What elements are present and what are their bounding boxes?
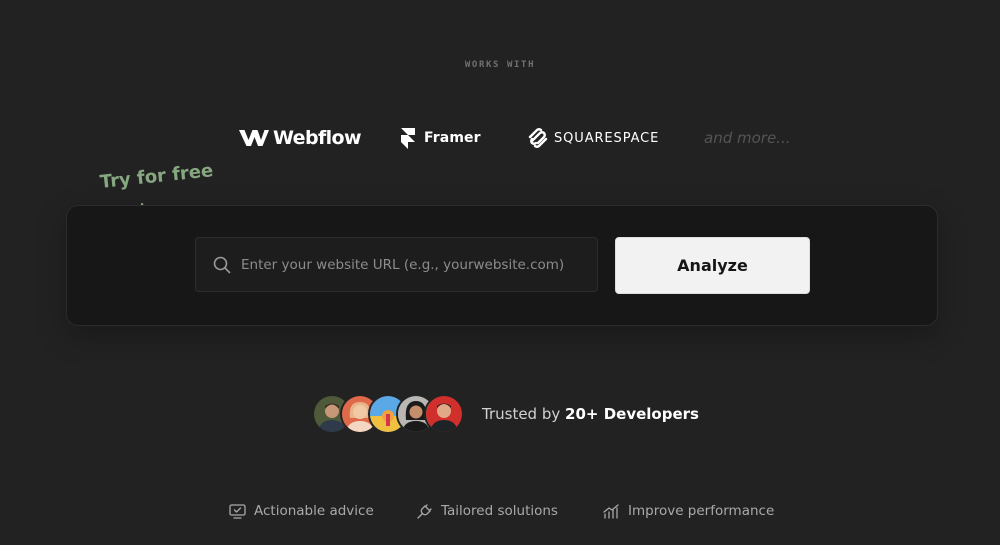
avatar-stack — [312, 394, 464, 434]
avatar — [424, 394, 464, 434]
platform-label: and more... — [704, 129, 791, 147]
trusted-prefix: Trusted by — [482, 405, 561, 423]
trusted-text: Trusted by 20+ Developers — [482, 405, 699, 423]
feature-label: Tailored solutions — [441, 503, 558, 519]
feature-label: Actionable advice — [254, 503, 374, 519]
platform-framer: Framer — [401, 124, 481, 152]
platform-logos: Webflow Framer SQUARESPACE and more... — [0, 124, 1000, 152]
works-with-label: WORKS WITH — [464, 60, 536, 70]
feature-tailored-solutions: Tailored solutions — [416, 500, 558, 522]
plug-icon — [417, 503, 432, 519]
platform-squarespace: SQUARESPACE — [527, 124, 659, 152]
search-icon — [213, 256, 231, 273]
landing-page: WORKS WITH Webflow Framer SQUARESPACE an… — [0, 0, 1000, 545]
url-input-wrapper[interactable] — [195, 237, 598, 292]
platform-label: Webflow — [273, 127, 362, 149]
trusted-row: Trusted by 20+ Developers — [312, 393, 699, 435]
analyze-button[interactable]: Analyze — [615, 237, 810, 294]
trusted-highlight: 20+ Developers — [565, 405, 699, 423]
platform-label: Framer — [424, 130, 481, 146]
feature-label: Improve performance — [628, 503, 775, 519]
feature-improve-performance: Improve performance — [603, 500, 774, 522]
try-for-free-label: Try for free — [98, 160, 215, 193]
feature-list: Actionable advice Tailored solutions Imp… — [0, 500, 1000, 522]
bar-chart-trend-icon — [603, 503, 619, 519]
squarespace-logo-icon — [527, 128, 549, 148]
analyze-panel: Analyze — [66, 205, 938, 326]
website-url-input[interactable] — [241, 256, 581, 273]
platform-more: and more... — [704, 124, 790, 152]
framer-logo-icon — [401, 127, 415, 149]
feature-actionable-advice: Actionable advice — [229, 500, 374, 522]
platform-webflow: Webflow — [239, 124, 362, 152]
platform-label: SQUARESPACE — [554, 130, 660, 146]
monitor-check-icon — [229, 503, 246, 519]
webflow-logo-icon — [239, 129, 269, 147]
